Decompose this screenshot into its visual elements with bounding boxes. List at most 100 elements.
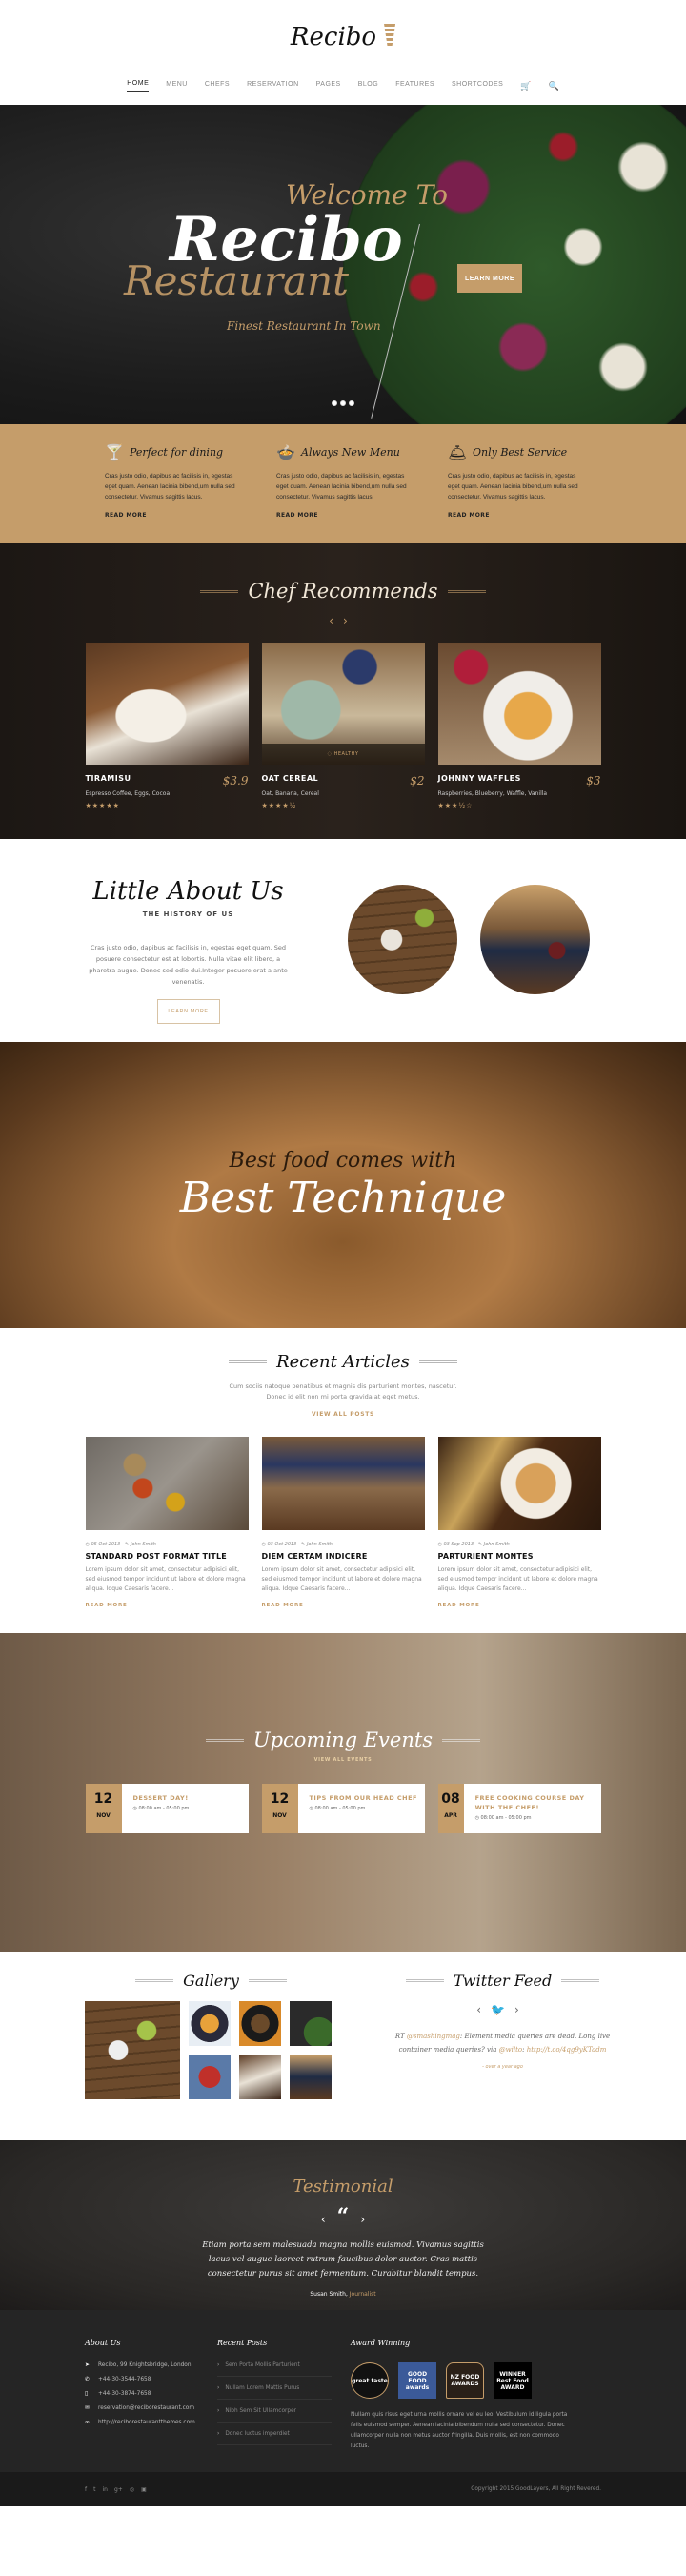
torch-icon bbox=[384, 24, 396, 47]
hero-slider: Welcome To Restaurant Recibo Finest Rest… bbox=[0, 105, 686, 424]
article-excerpt: Lorem ipsum dolor sit amet, consectetur … bbox=[261, 1566, 422, 1592]
mention-link[interactable]: @wilto bbox=[499, 2046, 523, 2054]
articles-intro: Cum sociis natoque penatibus et magnis d… bbox=[229, 1382, 457, 1400]
award-badge: GOOD FOOD awards bbox=[398, 2362, 436, 2399]
recent-post-link[interactable]: Nullam Lorem Mattis Purus bbox=[217, 2385, 332, 2400]
recent-post-link[interactable]: Sem Porta Mollis Parturient bbox=[217, 2362, 332, 2377]
dish-card[interactable]: ◌ HEALTHY OAT CEREAL $2 Oat, Banana, Cere… bbox=[261, 643, 425, 809]
gallery-thumb[interactable] bbox=[85, 2001, 180, 2099]
gallery-thumb[interactable] bbox=[239, 2001, 281, 2046]
feature-read-more[interactable]: READ MORE bbox=[105, 512, 238, 519]
event-time: 08:00 am - 05:00 pm bbox=[138, 1806, 190, 1811]
event-card[interactable]: 12 NOV TIPS FROM OUR HEAD CHEF ◷ 08:00 am … bbox=[261, 1784, 425, 1833]
nav-shortcodes[interactable]: SHORTCODES bbox=[452, 81, 503, 92]
chevron-left-icon[interactable]: ‹ bbox=[321, 2213, 326, 2226]
title-rule bbox=[205, 1738, 244, 1742]
article-title[interactable]: STANDARD POST FORMAT TITLE bbox=[86, 1552, 249, 1561]
cart-icon[interactable]: 🛒 bbox=[520, 82, 531, 92]
nav-blog[interactable]: BLOG bbox=[358, 81, 378, 92]
chevron-left-icon[interactable]: ‹ bbox=[476, 2003, 491, 2016]
contact-item[interactable]: ∞ http://reciborestaurantthemes.com bbox=[85, 2420, 217, 2425]
article-date: 03 Sep 2013 bbox=[443, 1542, 474, 1547]
nav-reservation[interactable]: RESERVATION bbox=[247, 81, 299, 92]
feature-read-more[interactable]: READ MORE bbox=[448, 512, 581, 519]
linkedin-icon[interactable]: in bbox=[102, 2486, 107, 2493]
nav-pages[interactable]: PAGES bbox=[316, 81, 341, 92]
event-card[interactable]: 12 NOV DESSERT DAY! ◷ 08:00 am - 05:00 pm bbox=[85, 1784, 249, 1833]
facebook-icon[interactable]: f bbox=[85, 2486, 87, 2493]
chevron-right-icon[interactable]: › bbox=[514, 2003, 529, 2016]
dish-image: ◌ HEALTHY bbox=[261, 643, 425, 765]
article-read-more[interactable]: READ MORE bbox=[262, 1603, 425, 1608]
footer-recent-posts: Recent Posts Sem Porta Mollis Parturient… bbox=[217, 2339, 351, 2472]
about-title: Little About Us bbox=[92, 877, 284, 906]
testimonial: Testimonial ‹ “ › Etiam porta sem malesuad… bbox=[0, 2140, 686, 2310]
hero-tagline: Finest Restaurant In Town bbox=[227, 319, 381, 333]
footer: About Us ➤ Recibo, 99 Knightsbridge, Lond… bbox=[0, 2310, 686, 2472]
event-card[interactable]: 08 APR FREE COOKING COURSE DAY WITH THE C… bbox=[437, 1784, 601, 1833]
article-author[interactable]: John Smith bbox=[307, 1542, 333, 1547]
pinterest-icon[interactable]: ◎ bbox=[130, 2486, 134, 2493]
banner-line-2: Best Technique bbox=[179, 1174, 507, 1222]
awards-text: Nullam quis risus eget urna mollis ornar… bbox=[351, 2412, 568, 2449]
gallery-thumb[interactable] bbox=[290, 2001, 332, 2046]
search-icon[interactable]: 🔍 bbox=[549, 82, 559, 92]
article-image[interactable] bbox=[437, 1437, 601, 1530]
banner-line-1: Best food comes with bbox=[229, 1149, 457, 1173]
article-image[interactable] bbox=[85, 1437, 249, 1530]
gallery-thumb[interactable] bbox=[239, 2055, 281, 2099]
dish-card[interactable]: TIRAMISU $3.9 Espresso Coffee, Eggs, Coco… bbox=[85, 643, 249, 809]
dish-name: OAT CEREAL bbox=[261, 774, 319, 783]
recent-post-link[interactable]: Nibh Sem Sit Ullamcorper bbox=[217, 2408, 332, 2423]
article-card: ◷ 03 Sep 2013 ✎ John Smith PARTURIENT MO… bbox=[437, 1437, 601, 1608]
slider-dot[interactable] bbox=[349, 400, 354, 406]
flickr-icon[interactable]: ▣ bbox=[141, 2486, 147, 2493]
quote-icon: “ bbox=[336, 2204, 350, 2229]
tweet-url-link[interactable]: http://t.co/4qg9yKTadm bbox=[527, 2046, 607, 2054]
view-all-events-link[interactable]: VIEW ALL EVENTS bbox=[0, 1757, 686, 1763]
footer-heading: Award Winning bbox=[351, 2339, 411, 2347]
dish-name: JOHNNY WAFFLES bbox=[437, 774, 521, 783]
event-time: 08:00 am - 05:00 pm bbox=[314, 1806, 366, 1811]
hero-brand: Recibo bbox=[170, 204, 403, 276]
chevron-right-icon[interactable]: › bbox=[360, 2213, 365, 2226]
slider-dot[interactable] bbox=[332, 400, 337, 406]
award-badge: WINNER Best Food AWARD bbox=[494, 2362, 532, 2399]
gallery-thumb[interactable] bbox=[290, 2055, 332, 2099]
nav-menu[interactable]: MENU bbox=[166, 81, 188, 92]
award-badge: NZ FOOD AWARDS bbox=[446, 2362, 484, 2399]
article-author[interactable]: John Smith bbox=[484, 1542, 510, 1547]
logo[interactable]: Recibo bbox=[0, 23, 686, 51]
nav-home[interactable]: HOME bbox=[127, 80, 150, 92]
dish-name: TIRAMISU bbox=[85, 774, 131, 783]
mention-link[interactable]: @smashingmag bbox=[407, 2033, 460, 2040]
star-rating: ★★★★★ bbox=[85, 802, 120, 809]
about-image-interior bbox=[480, 885, 590, 994]
article-excerpt: Lorem ipsum dolor sit amet, consectetur … bbox=[437, 1566, 598, 1592]
article-title[interactable]: PARTURIENT MONTES bbox=[438, 1552, 601, 1561]
google-plus-icon[interactable]: g+ bbox=[114, 2486, 123, 2493]
chevron-left-icon[interactable]: ‹ bbox=[329, 614, 343, 627]
gallery-thumb[interactable] bbox=[189, 2055, 231, 2099]
gallery: Gallery bbox=[85, 1972, 337, 2140]
hero-learn-more-button[interactable]: LEARN MORE bbox=[457, 264, 522, 293]
about-learn-more-button[interactable]: LEARN MORE bbox=[156, 999, 220, 1024]
feature-read-more[interactable]: READ MORE bbox=[276, 512, 410, 519]
footer-heading: About Us bbox=[85, 2339, 121, 2347]
nav-chefs[interactable]: CHEFS bbox=[205, 81, 230, 92]
view-all-posts-link[interactable]: VIEW ALL POSTS bbox=[0, 1411, 686, 1418]
contact-item[interactable]: ✉ reservation@reciborestaurant.com bbox=[85, 2405, 217, 2411]
twitter-icon[interactable]: t bbox=[93, 2486, 95, 2493]
dish-card[interactable]: JOHNNY WAFFLES $3 Raspberries, Blueberry,… bbox=[437, 643, 601, 809]
article-read-more[interactable]: READ MORE bbox=[438, 1603, 601, 1608]
chevron-right-icon[interactable]: › bbox=[343, 614, 357, 627]
article-author[interactable]: John Smith bbox=[131, 1542, 156, 1547]
gallery-thumb[interactable] bbox=[189, 2001, 231, 2046]
article-title[interactable]: DIEM CERTAM INDICERE bbox=[262, 1552, 425, 1561]
contact-item: ▯ +44-30-3874-7658 bbox=[85, 2391, 151, 2397]
slider-dot[interactable] bbox=[340, 400, 346, 406]
recent-post-link[interactable]: Donec luctus imperdiet bbox=[217, 2431, 332, 2445]
article-read-more[interactable]: READ MORE bbox=[86, 1603, 249, 1608]
article-image[interactable] bbox=[261, 1437, 425, 1530]
nav-features[interactable]: FEATURES bbox=[395, 81, 434, 92]
